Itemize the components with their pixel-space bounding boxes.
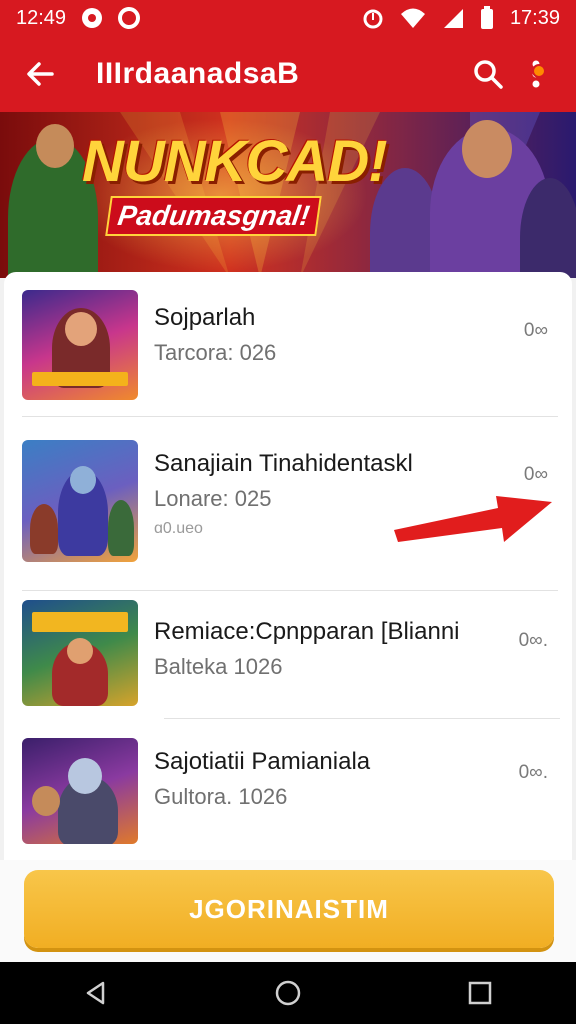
game-thumbnail <box>22 290 138 400</box>
back-button[interactable] <box>16 50 64 98</box>
list-item-more[interactable]: 0∞. <box>519 762 548 784</box>
nav-recents-button[interactable] <box>456 969 504 1017</box>
search-icon <box>474 60 503 89</box>
game-thumbnail <box>22 440 138 562</box>
divider <box>22 416 558 417</box>
triangle-back-icon <box>86 981 105 1005</box>
list-item-subtitle: Gultora. 1026 <box>154 784 288 809</box>
list-item-extra: ɑ0.ueo <box>154 520 203 537</box>
hero-left-head <box>36 124 74 168</box>
page-title: IIIrdaanadsaB <box>96 57 300 90</box>
divider <box>164 718 560 719</box>
alarm-icon <box>363 9 383 29</box>
system-nav-bar <box>0 962 576 1024</box>
status-bar: 12:49 17:39 <box>0 0 576 36</box>
settings-status-icon <box>118 7 141 29</box>
list-item-title: Sajotiatii Pamianiala <box>154 748 371 775</box>
list-item-subtitle: Tarcora: 026 <box>154 340 277 365</box>
arrow-left-icon <box>27 62 54 86</box>
primary-action-button[interactable]: JGORINAISTIM <box>24 870 554 948</box>
notification-badge <box>532 64 546 78</box>
list-item-title: Remiace:Cpnpparan [Blianni <box>154 618 460 645</box>
list-item-more[interactable]: 0∞. <box>519 630 548 652</box>
search-button[interactable] <box>464 50 512 98</box>
nav-back-button[interactable] <box>72 969 120 1017</box>
list-item-more[interactable]: 0∞ <box>524 320 548 342</box>
list-item-title: Sojparlah <box>154 304 256 331</box>
nav-home-button[interactable] <box>264 969 312 1017</box>
signal-icon <box>443 9 463 28</box>
divider <box>22 590 558 591</box>
overflow-menu-button[interactable] <box>512 50 560 98</box>
wifi-icon <box>400 8 425 28</box>
game-thumbnail <box>22 600 138 706</box>
list-item-title: Sanajiain Tinahidentaskl <box>154 450 413 477</box>
hero-main-head <box>462 120 512 178</box>
list-item-subtitle: Lonare: 025 <box>154 486 272 511</box>
app-bar: IIIrdaanadsaB <box>0 36 576 112</box>
square-recents-icon <box>468 981 492 1005</box>
list-item[interactable]: Sajotiatii Pamianiala Gultora. 1026 0∞. <box>4 720 572 860</box>
status-time-left: 12:49 <box>16 6 67 29</box>
status-time-right: 17:39 <box>509 6 560 29</box>
circle-home-icon <box>275 980 301 1006</box>
battery-icon <box>480 6 493 29</box>
notification-icon <box>82 8 103 28</box>
game-thumbnail <box>22 738 138 844</box>
game-list: Sojparlah Tarcora: 026 0∞ Sanajiain Tina… <box>4 272 572 860</box>
list-item[interactable]: Sojparlah Tarcora: 026 0∞ <box>4 272 572 414</box>
banner-tagline: Padumasgnal! <box>105 196 323 236</box>
list-item[interactable]: Remiace:Cpnpparan [Blianni Balteka 1026 … <box>4 592 572 718</box>
list-item-subtitle: Balteka 1026 <box>154 654 283 679</box>
banner-headline: NUNKCAD! <box>82 129 388 194</box>
pointer-arrow-icon <box>394 496 552 542</box>
